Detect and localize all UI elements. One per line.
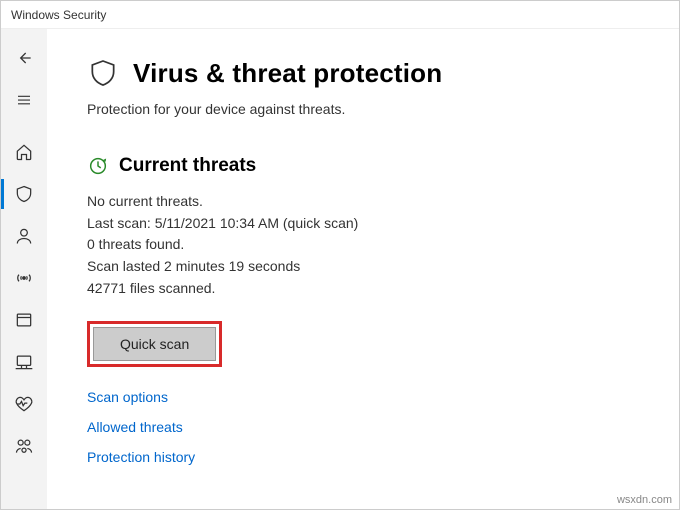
hamburger-icon xyxy=(15,91,33,109)
shield-icon xyxy=(87,57,119,89)
back-button[interactable] xyxy=(1,37,47,79)
heart-icon xyxy=(14,394,34,414)
section-title: Current threats xyxy=(119,155,256,177)
page-header: Virus & threat protection xyxy=(87,57,655,89)
sidebar-item-virus-threat[interactable] xyxy=(1,173,47,215)
page-title: Virus & threat protection xyxy=(133,58,442,89)
sidebar-item-home[interactable] xyxy=(1,131,47,173)
threats-found-line: 0 threats found. xyxy=(87,234,655,256)
section-header: Current threats xyxy=(87,155,655,177)
scan-options-link[interactable]: Scan options xyxy=(87,389,655,405)
family-icon xyxy=(14,436,34,456)
shield-icon xyxy=(14,184,34,204)
protection-history-link[interactable]: Protection history xyxy=(87,449,655,465)
page-subtitle: Protection for your device against threa… xyxy=(87,101,655,117)
sidebar-spacer xyxy=(1,121,47,131)
titlebar: Windows Security xyxy=(1,1,679,29)
sidebar-item-app-browser[interactable] xyxy=(1,299,47,341)
scan-duration-line: Scan lasted 2 minutes 19 seconds xyxy=(87,256,655,278)
main-content: Virus & threat protection Protection for… xyxy=(47,29,679,509)
threat-info: No current threats. Last scan: 5/11/2021… xyxy=(87,191,655,299)
sidebar-item-family[interactable] xyxy=(1,425,47,467)
home-icon xyxy=(14,142,34,162)
last-scan-line: Last scan: 5/11/2021 10:34 AM (quick sca… xyxy=(87,213,655,235)
window: Windows Security xyxy=(0,0,680,510)
back-arrow-icon xyxy=(14,48,34,68)
window-body: Virus & threat protection Protection for… xyxy=(1,29,679,509)
sidebar-item-account[interactable] xyxy=(1,215,47,257)
files-scanned-line: 42771 files scanned. xyxy=(87,278,655,300)
quick-scan-highlight: Quick scan xyxy=(87,321,222,367)
refresh-shield-icon xyxy=(87,155,109,177)
signal-icon xyxy=(14,268,34,288)
device-icon xyxy=(14,352,34,372)
watermark: wsxdn.com xyxy=(617,494,672,506)
threat-status: No current threats. xyxy=(87,191,655,213)
link-list: Scan options Allowed threats Protection … xyxy=(87,389,655,465)
sidebar-item-device-performance[interactable] xyxy=(1,383,47,425)
quick-scan-button[interactable]: Quick scan xyxy=(93,327,216,361)
sidebar-item-device-security[interactable] xyxy=(1,341,47,383)
allowed-threats-link[interactable]: Allowed threats xyxy=(87,419,655,435)
person-icon xyxy=(14,226,34,246)
app-control-icon xyxy=(14,310,34,330)
window-title: Windows Security xyxy=(11,8,106,22)
sidebar xyxy=(1,29,47,509)
hamburger-menu[interactable] xyxy=(1,79,47,121)
sidebar-item-firewall[interactable] xyxy=(1,257,47,299)
